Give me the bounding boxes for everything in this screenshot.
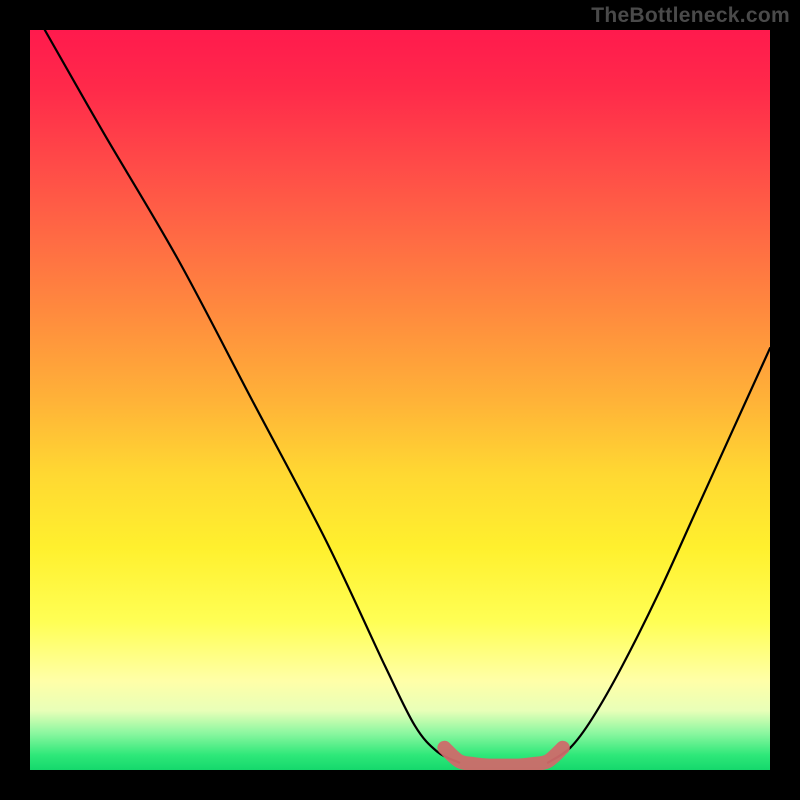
curve-layer (30, 30, 770, 770)
series-bottom-highlight (444, 748, 562, 766)
series-left-branch (45, 30, 459, 763)
plot-area (30, 30, 770, 770)
watermark-text: TheBottleneck.com (591, 4, 790, 28)
series-right-branch (548, 348, 770, 762)
chart-frame: TheBottleneck.com (0, 0, 800, 800)
